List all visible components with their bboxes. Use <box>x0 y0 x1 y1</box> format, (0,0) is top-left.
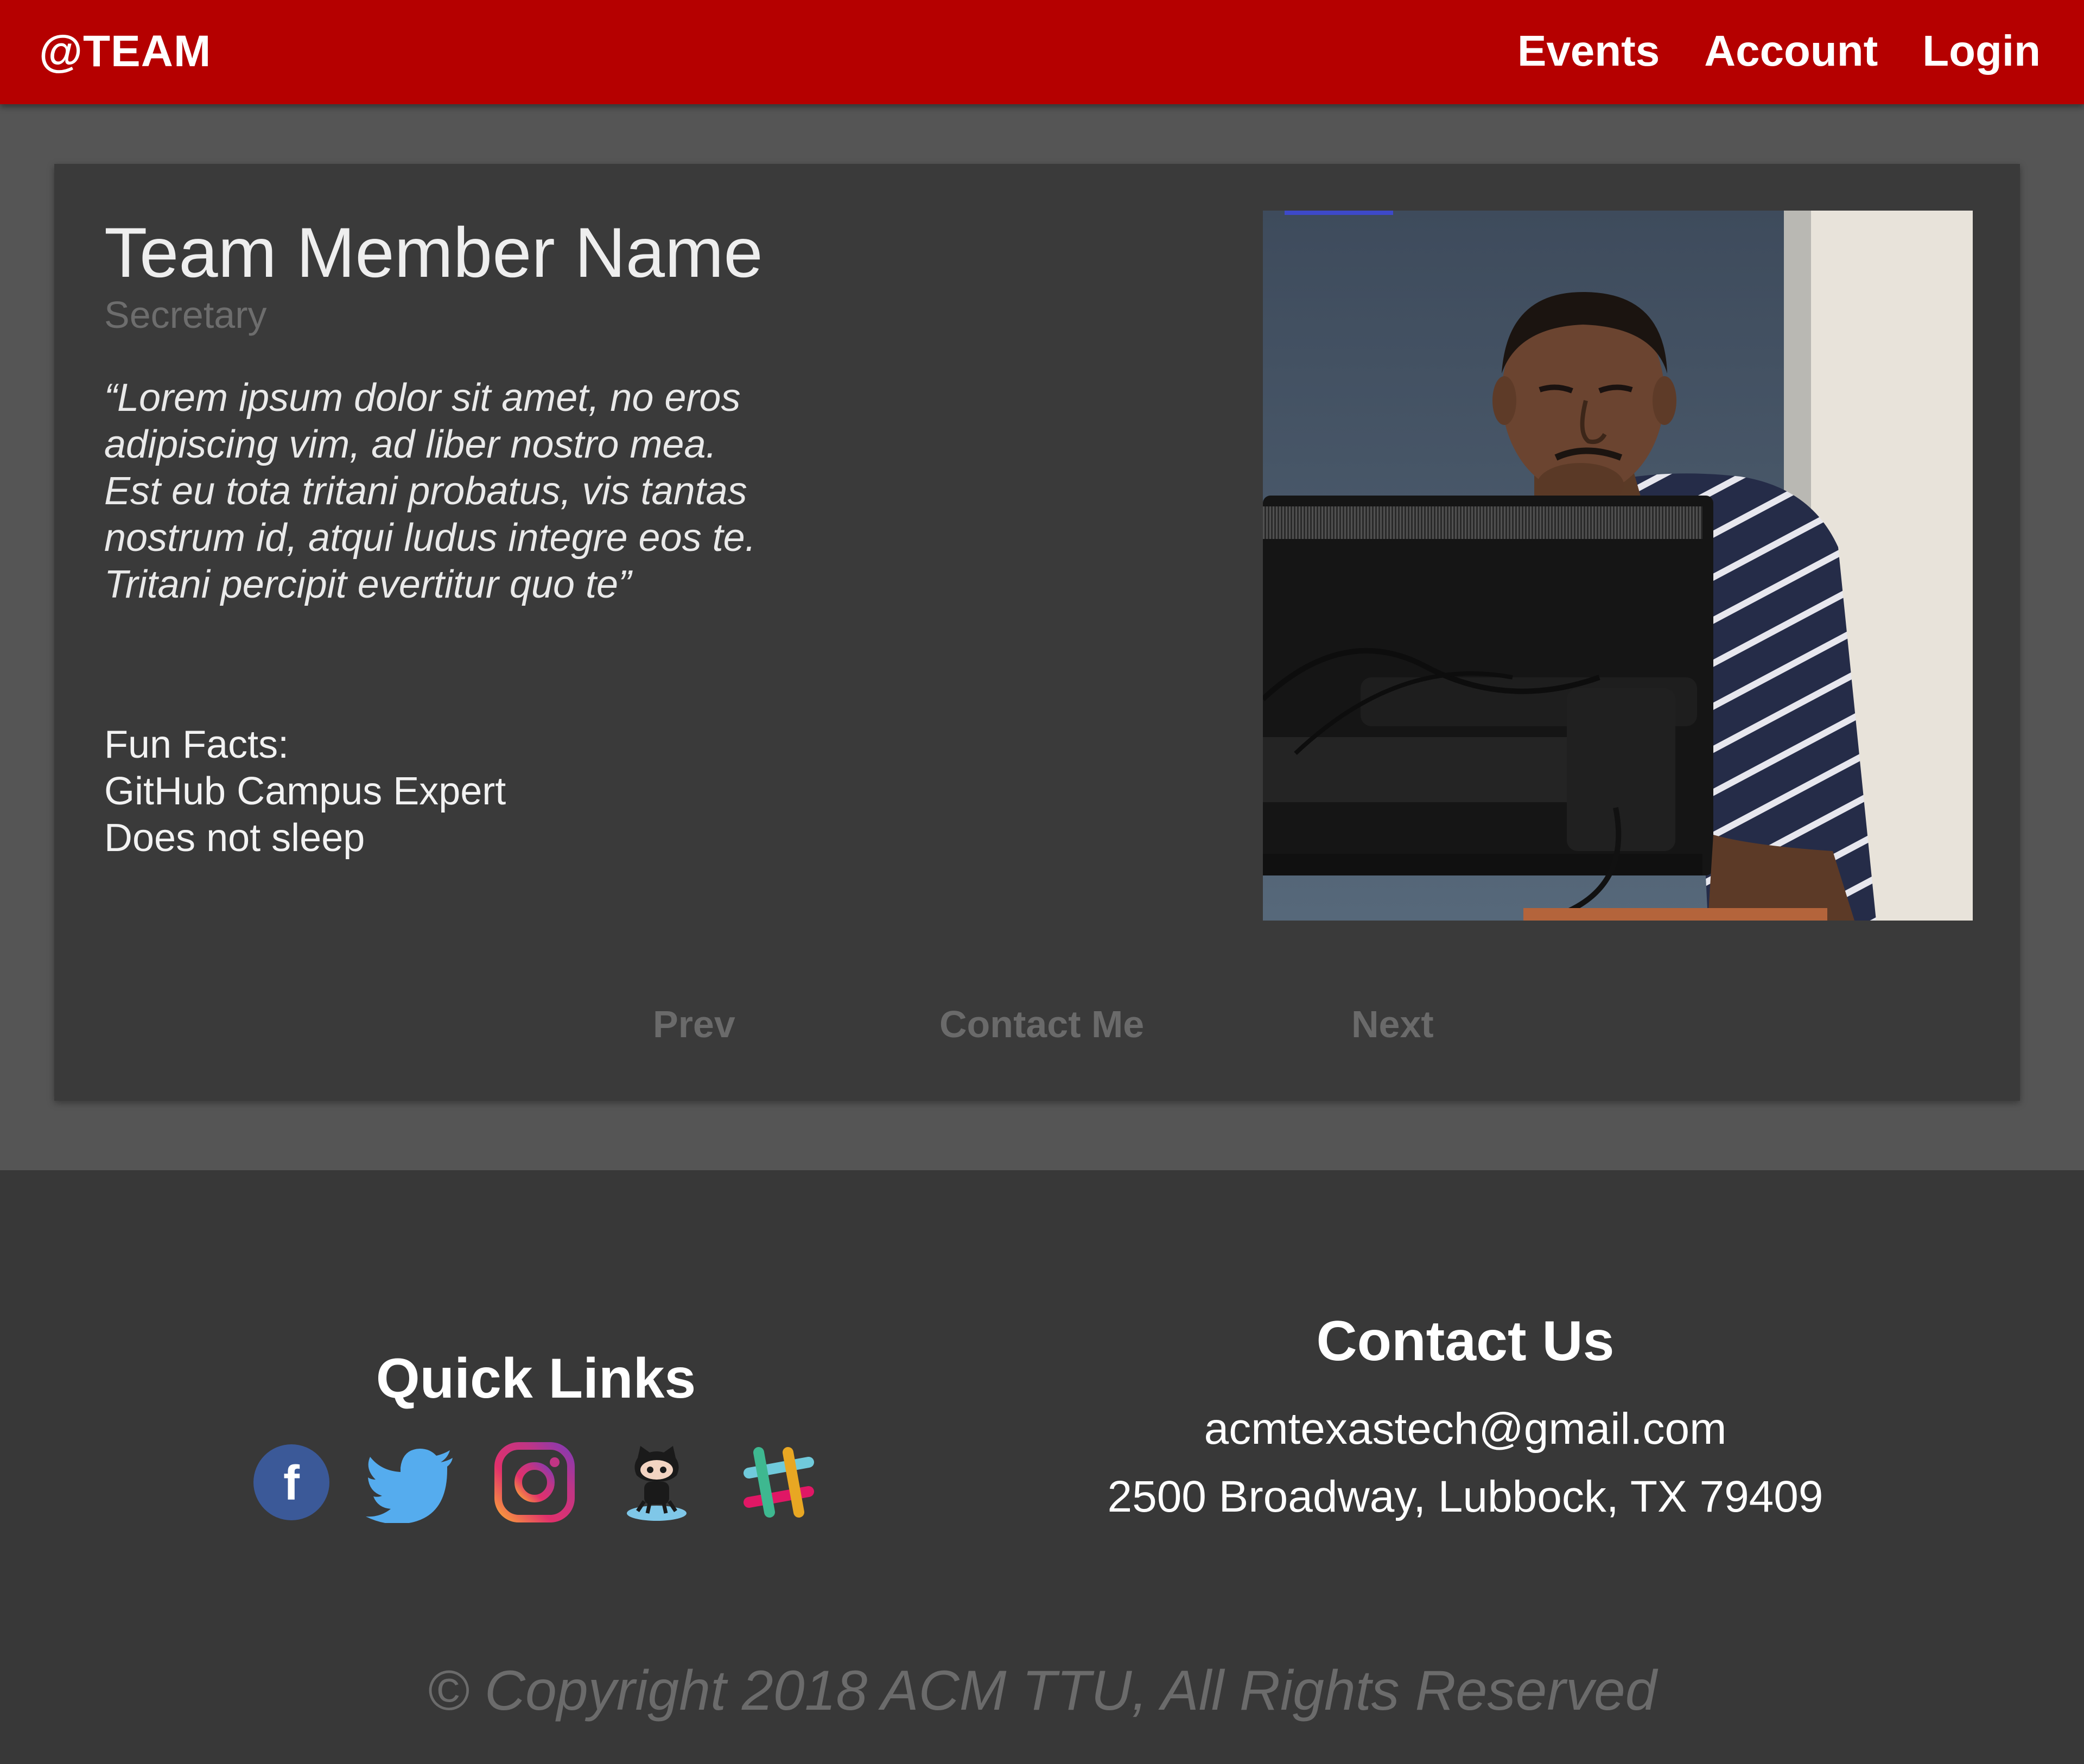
fun-fact-item: Does not sleep <box>104 816 365 860</box>
member-photo <box>1263 211 1973 921</box>
brand-logo[interactable]: @TEAM <box>39 26 211 77</box>
card-actions: Prev Contact Me Next <box>54 1002 2020 1051</box>
prev-button[interactable]: Prev <box>653 1002 735 1046</box>
twitter-icon[interactable] <box>366 1442 453 1524</box>
social-links: f <box>0 1442 1072 1524</box>
facebook-icon[interactable]: f <box>251 1442 332 1523</box>
contact-email[interactable]: acmtexastech@gmail.com <box>1075 1404 1856 1455</box>
footer: Quick Links f Contact Us acmtexastech@gm… <box>0 1170 2084 1764</box>
nav-events[interactable]: Events <box>1517 26 1660 76</box>
contact-title: Contact Us <box>1316 1310 1615 1373</box>
navbar: @TEAM Events Account Login <box>0 0 2084 104</box>
nav-login[interactable]: Login <box>1922 26 2041 76</box>
quick-links-title: Quick Links <box>376 1347 696 1410</box>
svg-text:f: f <box>283 1456 300 1511</box>
quote-line: Tritani percipit evertitur quo te” <box>104 563 632 606</box>
quote-line: Est eu tota tritani probatus, vis tantas <box>104 469 747 513</box>
slack-icon[interactable] <box>738 1442 819 1523</box>
quote-line: adipiscing vim, ad liber nostro mea. <box>104 423 717 466</box>
member-role: Secretary <box>104 294 267 336</box>
copyright: © Copyright 2018 ACM TTU, All Rights Res… <box>427 1659 1657 1722</box>
instagram-icon[interactable] <box>494 1442 575 1523</box>
fun-fact-item: GitHub Campus Expert <box>104 770 506 813</box>
nav-account[interactable]: Account <box>1704 26 1878 76</box>
nav-links: Events Account Login <box>1517 26 2041 76</box>
fun-facts: Fun Facts: GitHub Campus Expert Does not… <box>104 721 506 861</box>
member-card: Team Member Name Secretary “Lorem ipsum … <box>54 164 2020 1101</box>
member-quote: “Lorem ipsum dolor sit amet, no eros adi… <box>104 375 810 608</box>
quote-line: “Lorem ipsum dolor sit amet, no eros <box>104 376 741 420</box>
contact-address: 2500 Broadway, Lubbock, TX 79409 <box>1107 1472 1824 1521</box>
fun-facts-label: Fun Facts: <box>104 723 289 766</box>
member-name: Team Member Name <box>104 213 763 292</box>
next-button[interactable]: Next <box>1351 1002 1434 1046</box>
quote-line: nostrum id, atqui ludus integre eos te. <box>104 516 756 560</box>
github-icon[interactable] <box>616 1442 697 1523</box>
contact-me-button[interactable]: Contact Me <box>939 1002 1144 1046</box>
